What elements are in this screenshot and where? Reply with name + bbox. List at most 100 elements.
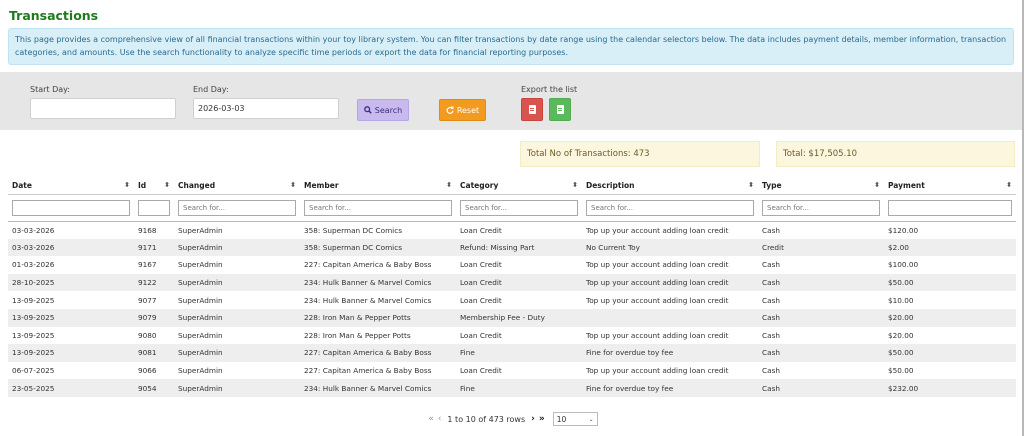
export-pdf-button[interactable] bbox=[521, 98, 543, 121]
cell-description: Top up your account adding loan credit bbox=[582, 256, 758, 274]
sort-icon[interactable]: ⬍ bbox=[748, 181, 754, 189]
table-row[interactable]: 01-03-2026 9167 SuperAdmin 227: Capitan Ame… bbox=[8, 256, 1016, 274]
column-header-changed[interactable]: Changed ⬍ bbox=[174, 178, 300, 194]
cell-id: 9066 bbox=[134, 361, 174, 380]
column-header-id[interactable]: Id ⬍ bbox=[134, 178, 174, 194]
search-button-label: Search bbox=[374, 105, 403, 115]
cell-description: Top up your account adding loan credit bbox=[582, 221, 758, 239]
cell-payment: $50.00 bbox=[884, 273, 1016, 292]
table-row[interactable]: 28-10-2025 9122 SuperAdmin 234: Hulk Banner… bbox=[8, 273, 1016, 292]
sort-icon[interactable]: ⬍ bbox=[290, 181, 296, 189]
cell-payment: $10.00 bbox=[884, 291, 1016, 309]
start-day-label: Start Day: bbox=[30, 85, 70, 94]
file-excel-icon bbox=[556, 105, 564, 114]
cell-id: 9077 bbox=[134, 291, 174, 309]
column-header-type[interactable]: Type ⬍ bbox=[758, 178, 884, 194]
first-page-icon[interactable]: « bbox=[428, 414, 434, 424]
sort-icon[interactable]: ⬍ bbox=[1006, 181, 1012, 189]
cell-id: 9168 bbox=[134, 221, 174, 239]
table-row[interactable]: 13-09-2025 9077 SuperAdmin 234: Hulk Banner… bbox=[8, 291, 1016, 309]
cell-changed: SuperAdmin bbox=[174, 361, 300, 380]
cell-id: 9079 bbox=[134, 308, 174, 327]
cell-date: 28-10-2025 bbox=[8, 273, 134, 292]
pagination: « ‹ 1 to 10 of 473 rows › » 10 ⌄ bbox=[0, 411, 1024, 427]
table-row[interactable]: 13-09-2025 9081 SuperAdmin 227: Capitan Ame… bbox=[8, 344, 1016, 362]
cell-id: 9054 bbox=[134, 379, 174, 397]
sort-icon[interactable]: ⬍ bbox=[164, 181, 170, 189]
transaction-total: Total: $17,505.10 bbox=[776, 141, 1015, 167]
filter-changed-input[interactable] bbox=[178, 199, 296, 216]
cell-member: 358: Superman DC Comics bbox=[300, 238, 456, 257]
transactions-table: Date ⬍ Id ⬍ Changed ⬍ Member ⬍ Category ⬍ Des… bbox=[8, 178, 1016, 397]
cell-description: Top up your account adding loan credit bbox=[582, 361, 758, 380]
cell-type: Credit bbox=[758, 238, 884, 257]
cell-category: Loan Credit bbox=[456, 361, 582, 380]
last-page-icon[interactable]: » bbox=[539, 414, 545, 424]
table-row[interactable]: 03-03-2026 9171 SuperAdmin 358: Superman DC… bbox=[8, 238, 1016, 257]
cell-date: 03-03-2026 bbox=[8, 238, 134, 257]
cell-category: Loan Credit bbox=[456, 273, 582, 292]
cell-member: 234: Hulk Banner & Marvel Comics bbox=[300, 379, 456, 397]
cell-changed: SuperAdmin bbox=[174, 308, 300, 327]
cell-member: 228: Iron Man & Pepper Potts bbox=[300, 308, 456, 327]
cell-category: Loan Credit bbox=[456, 256, 582, 274]
sort-icon[interactable]: ⬍ bbox=[572, 181, 578, 189]
cell-type: Cash bbox=[758, 221, 884, 239]
cell-category: Fine bbox=[456, 379, 582, 397]
filter-type-input[interactable] bbox=[762, 199, 880, 216]
cell-date: 06-07-2025 bbox=[8, 361, 134, 380]
previous-page-icon[interactable]: ‹ bbox=[438, 414, 442, 424]
column-header-date[interactable]: Date ⬍ bbox=[8, 178, 134, 194]
column-header-payment[interactable]: Payment ⬍ bbox=[884, 178, 1016, 194]
start-day-input[interactable] bbox=[30, 98, 176, 119]
cell-date: 13-09-2025 bbox=[8, 291, 134, 309]
filter-id-input[interactable] bbox=[138, 199, 170, 216]
cell-id: 9080 bbox=[134, 326, 174, 345]
filter-payment-input[interactable] bbox=[888, 199, 1012, 216]
cell-payment: $20.00 bbox=[884, 308, 1016, 327]
cell-type: Cash bbox=[758, 379, 884, 397]
table-row[interactable]: 23-05-2025 9054 SuperAdmin 234: Hulk Banner… bbox=[8, 379, 1016, 397]
end-day-label: End Day: bbox=[193, 85, 229, 94]
cell-type: Cash bbox=[758, 308, 884, 327]
cell-member: 234: Hulk Banner & Marvel Comics bbox=[300, 273, 456, 292]
filter-category-input[interactable] bbox=[460, 199, 578, 216]
pagination-range: 1 to 10 of 473 rows bbox=[447, 414, 526, 424]
filter-date-input[interactable] bbox=[12, 199, 130, 216]
end-day-input[interactable] bbox=[193, 98, 339, 119]
table-row[interactable]: 03-03-2026 9168 SuperAdmin 358: Superman DC… bbox=[8, 221, 1016, 239]
cell-category: Membership Fee - Duty bbox=[456, 308, 582, 327]
cell-type: Cash bbox=[758, 344, 884, 362]
cell-date: 03-03-2026 bbox=[8, 221, 134, 239]
cell-description: Fine for overdue toy fee bbox=[582, 344, 758, 362]
header-row: Date ⬍ Id ⬍ Changed ⬍ Member ⬍ Category ⬍ Des… bbox=[8, 178, 1016, 194]
filter-member-input[interactable] bbox=[304, 199, 452, 216]
column-header-member[interactable]: Member ⬍ bbox=[300, 178, 456, 194]
search-button[interactable]: Search bbox=[357, 99, 409, 121]
export-label: Export the list bbox=[521, 85, 578, 94]
cell-date: 01-03-2026 bbox=[8, 256, 134, 274]
column-header-category[interactable]: Category ⬍ bbox=[456, 178, 582, 194]
sort-icon[interactable]: ⬍ bbox=[446, 181, 452, 189]
refresh-icon bbox=[446, 106, 454, 114]
next-page-icon[interactable]: › bbox=[531, 414, 535, 424]
cell-date: 13-09-2025 bbox=[8, 308, 134, 327]
table-row[interactable]: 13-09-2025 9080 SuperAdmin 228: Iron Man & … bbox=[8, 326, 1016, 345]
filter-description-input[interactable] bbox=[586, 199, 754, 216]
export-excel-button[interactable] bbox=[549, 98, 571, 121]
page-size-value: 10 bbox=[556, 414, 567, 424]
table-body: 03-03-2026 9168 SuperAdmin 358: Superman DC… bbox=[8, 221, 1016, 397]
cell-date: 13-09-2025 bbox=[8, 344, 134, 362]
table-row[interactable]: 13-09-2025 9079 SuperAdmin 228: Iron Man & … bbox=[8, 308, 1016, 327]
reset-button[interactable]: Reset bbox=[439, 99, 486, 121]
cell-changed: SuperAdmin bbox=[174, 221, 300, 239]
sort-icon[interactable]: ⬍ bbox=[874, 181, 880, 189]
page-size-select[interactable]: 10 ⌄ bbox=[552, 412, 598, 426]
chevron-down-icon: ⌄ bbox=[588, 415, 594, 423]
sort-icon[interactable]: ⬍ bbox=[124, 181, 130, 189]
cell-payment: $20.00 bbox=[884, 326, 1016, 345]
table-row[interactable]: 06-07-2025 9066 SuperAdmin 227: Capitan Ame… bbox=[8, 361, 1016, 380]
cell-date: 23-05-2025 bbox=[8, 379, 134, 397]
column-header-description[interactable]: Description ⬍ bbox=[582, 178, 758, 194]
cell-id: 9171 bbox=[134, 238, 174, 257]
